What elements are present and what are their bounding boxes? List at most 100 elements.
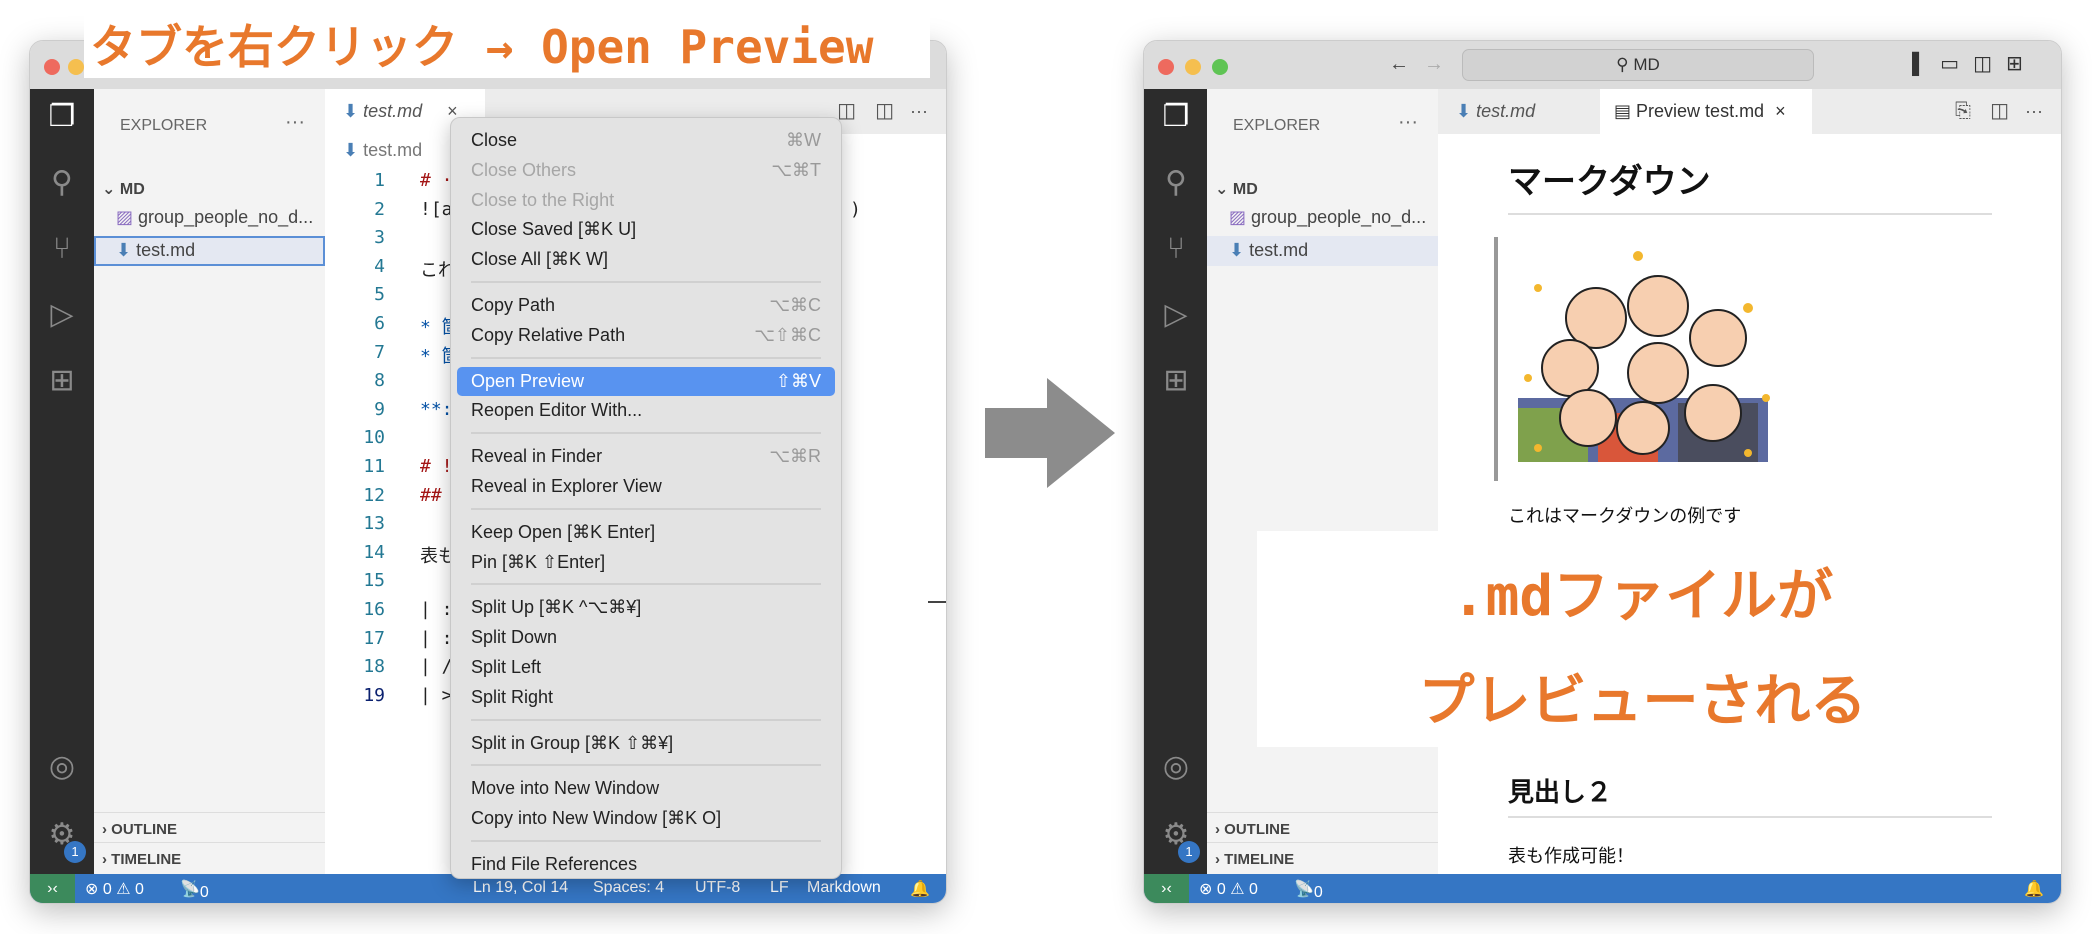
menu-item-split-down[interactable]: Split Down — [457, 623, 835, 652]
split-editor-icon[interactable]: ◫ — [1990, 89, 2009, 134]
menu-item-label: Pin [⌘K ⇧Enter] — [471, 551, 606, 572]
menu-item-copy-path[interactable]: Copy Path ⌥⌘C — [457, 291, 835, 320]
markdown-icon: ⬇ — [1456, 101, 1472, 121]
heading-divider — [1508, 816, 1992, 818]
scrollbar[interactable] — [928, 601, 946, 603]
context-menu: Close ⌘W Close Others ⌥⌘T Close to the Right… — [450, 117, 842, 879]
open-source-icon[interactable]: ⎘ — [1955, 89, 1971, 134]
menu-item-reveal-in-explorer-view[interactable]: Reveal in Explorer View — [457, 472, 835, 501]
more-actions-button[interactable]: ··· — [1398, 111, 1418, 134]
preview-heading-1: マークダウン — [1508, 163, 1711, 201]
command-center-search[interactable]: ⚲ MD — [1462, 49, 1814, 81]
close-window-button[interactable] — [44, 59, 60, 75]
explorer-icon[interactable]: ❐ — [1158, 99, 1194, 135]
source-control-icon[interactable]: ⑂ — [44, 231, 80, 267]
menu-item-reveal-in-finder[interactable]: Reveal in Finder ⌥⌘R — [457, 442, 835, 471]
menu-item-open-preview[interactable]: Open Preview ⇧⌘V — [457, 366, 835, 396]
menu-item-close-saved-k-u[interactable]: Close Saved [⌘K U] — [457, 215, 835, 244]
menu-item-close-all-k-w[interactable]: Close All [⌘K W] — [457, 245, 835, 274]
timeline-section[interactable]: › TIMELINE — [1207, 842, 1438, 872]
run-debug-icon[interactable]: ▷ — [44, 297, 80, 333]
file-image[interactable]: ▨ group_people_no_d... — [116, 207, 313, 228]
cursor-position[interactable]: Ln 19, Col 14 — [473, 879, 568, 897]
menu-item-label: Split Right — [471, 686, 554, 707]
extensions-icon[interactable]: ⊞ — [1158, 363, 1194, 399]
line-number: 5 — [374, 284, 385, 306]
run-debug-icon[interactable]: ▷ — [1158, 297, 1194, 333]
file-image[interactable]: ▨ group_people_no_d... — [1229, 207, 1426, 228]
menu-item-shortcut: ⌘W — [786, 130, 821, 150]
split-editor-icon[interactable]: ◫ — [875, 89, 894, 134]
menu-item-label: Close All [⌘K W] — [471, 249, 609, 270]
menu-item-split-up-k[interactable]: Split Up [⌘K ^⌥⌘¥] — [457, 593, 835, 622]
more-actions-icon[interactable]: ··· — [910, 89, 928, 134]
close-window-button[interactable] — [1158, 59, 1174, 75]
explorer-icon[interactable]: ❐ — [44, 99, 80, 135]
layout-toggle-icons[interactable]: ▌▭◫⊞ — [1912, 51, 2037, 76]
ports-count: 0 — [1313, 884, 1323, 901]
problems-status[interactable]: ⊗ 0 ⚠ 0 — [85, 879, 144, 899]
forward-button[interactable]: → — [1424, 53, 1444, 76]
heading-divider — [1508, 213, 1992, 215]
file-test-md-label: ⬇ test.md — [116, 240, 195, 261]
tab-preview-test-md[interactable]: ▤ Preview test.md × — [1600, 89, 1812, 134]
menu-item-reopen-editor-with[interactable]: Reopen Editor With... — [457, 396, 835, 425]
menu-item-label: Close Others — [471, 159, 577, 180]
eol-status[interactable]: LF — [770, 879, 789, 897]
menu-item-pin-k-enter[interactable]: Pin [⌘K ⇧Enter] — [457, 548, 835, 577]
menu-item-label: Copy Path — [471, 295, 556, 315]
tab-test-md[interactable]: ⬇ test.md — [1438, 89, 1600, 134]
notifications-bell-icon[interactable]: 🔔 — [2024, 879, 2044, 899]
menu-item-split-right[interactable]: Split Right — [457, 683, 835, 712]
markdown-preview[interactable]: マークダウン これはマークダウンの例です 見出し２ 表も作成可能！ — [1438, 134, 2061, 874]
ports-status[interactable]: 📡 0 — [1294, 879, 1323, 901]
minimize-window-button[interactable] — [1185, 59, 1201, 75]
breadcrumb[interactable]: ⬇ test.md — [343, 140, 422, 161]
search-icon[interactable]: ⚲ — [44, 165, 80, 201]
menu-item-move-into-new-window[interactable]: Move into New Window — [457, 774, 835, 803]
line-number: 11 — [363, 456, 385, 477]
menu-item-copy-relative-path[interactable]: Copy Relative Path ⌥⇧⌘C — [457, 321, 835, 350]
menu-item-label: Split Up [⌘K ^⌥⌘¥] — [471, 597, 642, 618]
line-number: 10 — [363, 427, 385, 449]
result-annotation: .mdファイルが プレビューされる — [1257, 531, 2028, 747]
indentation-status[interactable]: Spaces: 4 — [593, 879, 664, 897]
source-control-icon[interactable]: ⑂ — [1158, 231, 1194, 267]
menu-item-label: Split Left — [471, 657, 542, 677]
menu-item-split-in-group-k[interactable]: Split in Group [⌘K ⇧⌘¥] — [457, 729, 835, 758]
tab-bar: ⬇ test.md ▤ Preview test.md × ⎘ ◫ ··· — [1438, 89, 2061, 134]
folder-md[interactable]: ⌄ MD — [102, 179, 145, 199]
line-number: 1 — [374, 170, 385, 191]
menu-item-close-others[interactable]: Close Others ⌥⌘T — [457, 156, 835, 185]
menu-item-close[interactable]: Close ⌘W — [457, 126, 835, 155]
ports-status[interactable]: 📡 0 — [180, 879, 209, 901]
encoding-status[interactable]: UTF-8 — [695, 879, 740, 897]
close-tab-button[interactable]: × — [1775, 101, 1786, 121]
maximize-window-button[interactable] — [1212, 59, 1228, 75]
problems-status[interactable]: ⊗ 0 ⚠ 0 — [1199, 879, 1258, 899]
folder-md[interactable]: ⌄ MD — [1215, 179, 1258, 199]
notifications-bell-icon[interactable]: 🔔 — [910, 879, 930, 899]
minimize-window-button[interactable] — [68, 59, 84, 75]
account-icon[interactable]: ◎ — [44, 749, 80, 785]
search-icon[interactable]: ⚲ — [1158, 165, 1194, 201]
more-actions-button[interactable]: ··· — [285, 111, 305, 134]
menu-item-copy-into-new-window-k-o[interactable]: Copy into New Window [⌘K O] — [457, 804, 835, 833]
extensions-icon[interactable]: ⊞ — [44, 363, 80, 399]
outline-section[interactable]: › OUTLINE — [94, 812, 325, 842]
line-number: 17 — [363, 627, 385, 649]
back-button[interactable]: ← — [1389, 53, 1409, 76]
menu-item-split-left[interactable]: Split Left — [457, 653, 835, 682]
menu-item-close-to-the-right[interactable]: Close to the Right — [457, 186, 835, 215]
language-status[interactable]: Markdown — [807, 879, 881, 897]
outline-section[interactable]: › OUTLINE — [1207, 812, 1438, 842]
more-actions-icon[interactable]: ··· — [2025, 89, 2043, 134]
account-icon[interactable]: ◎ — [1158, 749, 1194, 785]
menu-item-keep-open-k-enter[interactable]: Keep Open [⌘K Enter] — [457, 518, 835, 547]
remote-icon[interactable]: ›‹ — [1144, 874, 1189, 903]
code-fragment: **: — [420, 398, 453, 420]
remote-icon[interactable]: ›‹ — [30, 874, 75, 903]
menu-item-find-file-references[interactable]: Find File References — [457, 850, 835, 879]
file-test-md-label: ⬇ test.md — [1229, 240, 1308, 261]
timeline-section[interactable]: › TIMELINE — [94, 842, 325, 872]
